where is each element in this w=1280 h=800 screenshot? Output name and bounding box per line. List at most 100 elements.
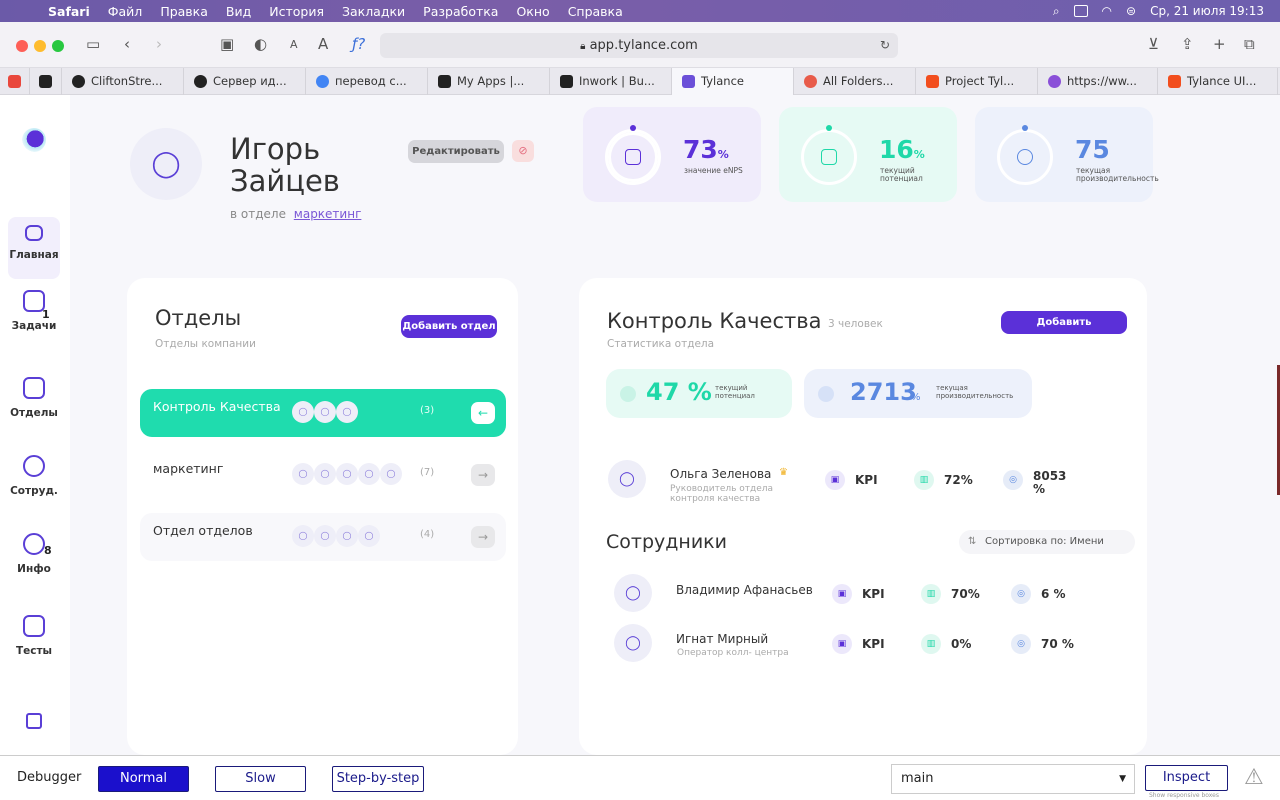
add-employee-button[interactable]: Добавить сотрудника xyxy=(1001,311,1127,351)
main-content: ◯ Игорь Зайцев в отделе маркетинг Редакт… xyxy=(70,95,1280,755)
arrow-right-icon[interactable]: → xyxy=(471,464,495,486)
delete-profile-button[interactable]: ⊘ xyxy=(512,140,534,162)
target-icon: ◎ xyxy=(1003,470,1023,490)
avatar[interactable]: ◯ xyxy=(608,460,646,498)
reload-icon[interactable]: ↻ xyxy=(880,38,890,52)
survey-icon: ▣ xyxy=(832,584,852,604)
arrow-left-icon[interactable]: ← xyxy=(471,402,495,424)
menu-help[interactable]: Справка xyxy=(568,4,623,19)
department-row[interactable]: Контроль Качества ◯ ◯ ◯ (3) ← xyxy=(140,389,506,437)
department-row[interactable]: маркетинг ◯ ◯ ◯ ◯ ◯ (7) → xyxy=(140,451,506,499)
employee-name[interactable]: Игнат Мирный xyxy=(676,632,768,646)
kpi-label: KPI xyxy=(862,587,885,601)
potential-label: 72% xyxy=(944,473,973,487)
department-head-role: Руководитель отдела контроля качества xyxy=(670,484,774,504)
sidebar-toggle-icon[interactable]: ▭ xyxy=(86,35,100,53)
menu-develop[interactable]: Разработка xyxy=(423,4,498,19)
wifi-icon[interactable]: ◠ xyxy=(1102,4,1112,18)
formula-extension-icon[interactable]: ƒ? xyxy=(352,35,365,53)
tab-translate[interactable]: перевод с... xyxy=(306,68,428,95)
target-icon xyxy=(818,386,834,402)
mode-slow-button[interactable]: Slow xyxy=(215,766,306,792)
forward-icon[interactable]: › xyxy=(156,35,162,53)
tab-https[interactable]: https://ww... xyxy=(1038,68,1158,95)
employee-name[interactable]: Владимир Афанасьев xyxy=(676,583,813,597)
app-sidebar: Главная Задачи 1 Отделы Сотруд. Инфо 8 Т… xyxy=(0,95,70,755)
sidebar-item-home[interactable]: Главная xyxy=(8,217,60,279)
tab-inwork[interactable]: Inwork | Bu... xyxy=(550,68,672,95)
tab-label: перевод с... xyxy=(335,74,407,88)
stat-card-performance: 75 текущая производительность xyxy=(975,107,1159,202)
zoom-window-button[interactable] xyxy=(52,40,64,52)
minimize-window-button[interactable] xyxy=(34,40,46,52)
stat-unit: % xyxy=(913,148,925,161)
new-tab-icon[interactable]: + xyxy=(1213,35,1226,53)
app-logo[interactable] xyxy=(22,128,46,152)
menu-bookmarks[interactable]: Закладки xyxy=(342,4,405,19)
mode-step-button[interactable]: Step-by-step xyxy=(332,766,424,792)
department-count: (3) xyxy=(420,405,435,416)
department-avatars: ◯ ◯ ◯ ◯ ◯ xyxy=(292,463,402,485)
menu-view[interactable]: Вид xyxy=(226,4,251,19)
tab-favicon xyxy=(72,75,85,88)
downloads-icon[interactable]: ⊻ xyxy=(1148,35,1159,53)
sidebar-item-employees[interactable]: Сотруд. xyxy=(8,455,60,497)
menu-file[interactable]: Файл xyxy=(108,4,143,19)
close-window-button[interactable] xyxy=(16,40,28,52)
home-icon xyxy=(25,225,43,241)
avatar[interactable]: ◯ xyxy=(614,624,652,662)
extension-icon[interactable]: ◐ xyxy=(254,35,267,53)
tab-cliftonstrengths[interactable]: CliftonStre... xyxy=(62,68,184,95)
debugger-label: Debugger xyxy=(17,770,82,785)
sidebar-item-tests[interactable]: Тесты xyxy=(8,615,60,657)
detail-people-count: 3 человек xyxy=(828,318,883,330)
employees-title: Сотрудники xyxy=(606,531,727,553)
battery-icon[interactable] xyxy=(1073,5,1088,17)
add-department-button[interactable]: Добавить отдел xyxy=(401,315,497,338)
department-count: (7) xyxy=(420,467,435,478)
potential-value: ▥ 72% xyxy=(914,470,973,490)
department-row[interactable]: Отдел отделов ◯ ◯ ◯ ◯ (4) → xyxy=(140,513,506,561)
control-center-icon[interactable]: ⊜ xyxy=(1126,4,1136,18)
sort-dropdown[interactable]: ⇅ Сортировка по: Имени xyxy=(959,530,1135,554)
sidebar-item-tasks[interactable]: Задачи xyxy=(8,290,60,332)
share-icon[interactable]: ⇪ xyxy=(1181,35,1194,53)
menu-app-name[interactable]: Safari xyxy=(48,4,90,19)
address-bar[interactable]: 🔒︎ app.tylance.com xyxy=(380,33,898,58)
menu-history[interactable]: История xyxy=(269,4,324,19)
logout-icon[interactable] xyxy=(26,713,42,729)
department-head-name[interactable]: Ольга Зеленова xyxy=(670,467,771,481)
menu-edit[interactable]: Правка xyxy=(160,4,208,19)
tab-gmail[interactable] xyxy=(0,68,30,95)
tab-overview-icon[interactable]: ⧉ xyxy=(1244,35,1255,53)
avatar[interactable]: ◯ xyxy=(614,574,652,612)
tab-project[interactable]: Project Tyl... xyxy=(916,68,1038,95)
edit-profile-button[interactable]: Редактировать xyxy=(408,140,504,163)
mini-stat-unit: % xyxy=(911,392,921,403)
tab-server[interactable]: Сервер ид... xyxy=(184,68,306,95)
text-larger-icon[interactable]: A xyxy=(318,35,328,53)
tab-tylance[interactable]: Tylance xyxy=(672,68,794,95)
arrow-right-icon[interactable]: → xyxy=(471,526,495,548)
department-link[interactable]: маркетинг xyxy=(294,207,362,221)
menubar-datetime[interactable]: Ср, 21 июля 19:13 xyxy=(1150,4,1264,18)
tab-all-folders[interactable]: All Folders... xyxy=(794,68,916,95)
tab-b[interactable] xyxy=(30,68,62,95)
text-smaller-icon[interactable]: A xyxy=(290,38,298,51)
clipboard-icon xyxy=(23,615,45,637)
back-icon[interactable]: ‹ xyxy=(124,35,130,53)
inspect-button[interactable]: Inspect xyxy=(1145,765,1228,791)
target-icon xyxy=(1017,149,1033,165)
sidebar-item-departments[interactable]: Отделы xyxy=(8,377,60,419)
mode-normal-button[interactable]: Normal xyxy=(98,766,189,792)
search-icon[interactable]: ⌕ xyxy=(1053,4,1060,19)
sidebar-item-info[interactable]: Инфо xyxy=(8,533,60,575)
menu-window[interactable]: Окно xyxy=(516,4,549,19)
notion-extension-icon[interactable]: ▣ xyxy=(220,35,234,53)
responsive-boxes-hint[interactable]: Show responsive boxes xyxy=(1149,792,1219,799)
growth-chart-icon: ▥ xyxy=(921,584,941,604)
tab-tylance-ui[interactable]: Tylance UI... xyxy=(1158,68,1278,95)
tab-my-apps[interactable]: My Apps |... xyxy=(428,68,550,95)
warning-icon[interactable]: ⚠ xyxy=(1244,765,1264,790)
page-select[interactable]: main ▼ xyxy=(891,764,1135,794)
